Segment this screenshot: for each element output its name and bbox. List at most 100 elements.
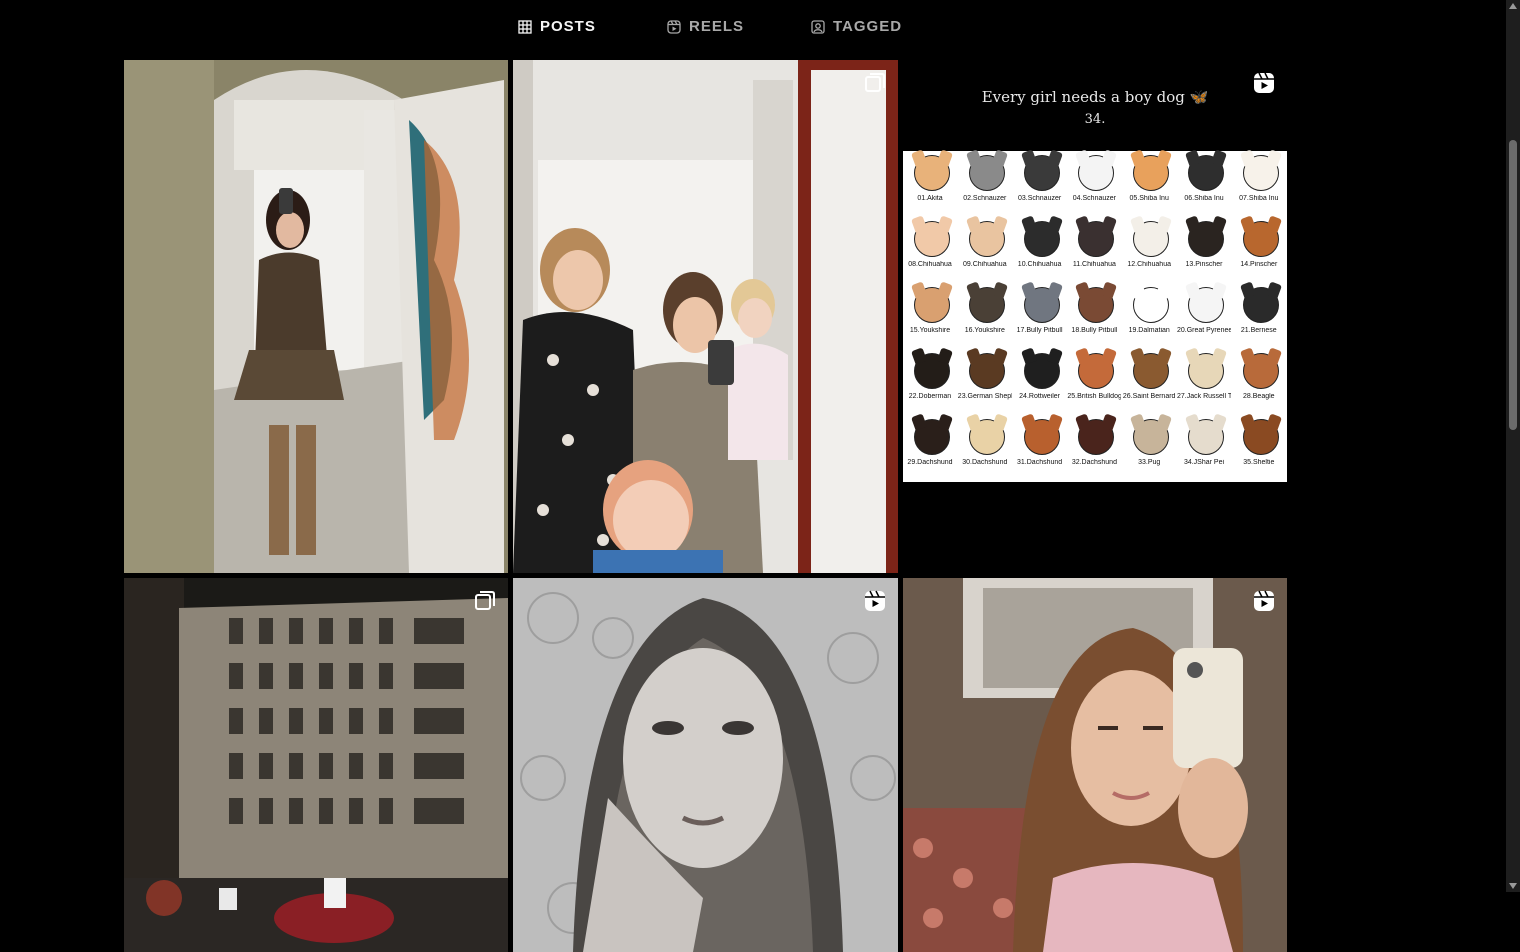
scrollbar[interactable]: [1506, 0, 1520, 892]
dog-breed-label: 09.Chihuahua: [963, 261, 1007, 268]
dog-face-icon: [914, 419, 950, 455]
dog-face-icon: [1242, 419, 1279, 455]
dog-breed-label: 10.Chihuahua: [1017, 261, 1062, 268]
dog-face-icon: [968, 353, 1005, 389]
dog-face-icon: [1078, 419, 1115, 455]
dog-breed-cell: 06.Shiba Inu: [1177, 151, 1231, 217]
dog-face-icon: [1133, 419, 1170, 455]
dog-breed-cell: 11.Chihuahua: [1067, 217, 1121, 283]
dog-face-icon: [1188, 419, 1224, 455]
post-tile[interactable]: [124, 578, 508, 952]
dog-breed-cell: 08.Chihuahua: [903, 217, 957, 283]
dog-breed-label: 07.Shiba Inu: [1239, 195, 1279, 202]
dog-breed-label: 20.Great Pyrenees: [1177, 327, 1231, 334]
dog-breed-cell: 13.Pinscher: [1177, 217, 1231, 283]
dog-breed-cell: 29.Dachshund: [903, 415, 957, 481]
dog-face-icon: [1188, 221, 1224, 257]
profile-tabs: POSTS REELS TAGGED: [124, 0, 1287, 56]
dog-breed-label: 16.Youkshire: [964, 327, 1005, 334]
scroll-down-arrow-icon[interactable]: [1509, 883, 1517, 889]
dog-face-icon: [968, 155, 1005, 191]
post-tile[interactable]: [124, 60, 508, 573]
dog-breed-cell: 15.Youkshire: [903, 283, 957, 349]
dog-face-icon: [914, 221, 950, 257]
carousel-icon: [475, 591, 495, 610]
scrollbar-thumb[interactable]: [1509, 140, 1517, 430]
dog-face-icon: [1078, 155, 1115, 191]
post-image: [903, 578, 1287, 952]
tab-posts[interactable]: POSTS: [518, 18, 596, 35]
dog-breed-cell: 35.Sheltie: [1232, 415, 1286, 481]
tab-reels[interactable]: REELS: [667, 18, 744, 35]
post-caption-line: 34.: [1084, 112, 1106, 127]
tagged-icon: [811, 19, 825, 34]
dog-breed-cell: 02.Schnauzer: [958, 151, 1012, 217]
dog-face-icon: [1078, 353, 1115, 389]
tab-tagged[interactable]: TAGGED: [811, 18, 902, 35]
dog-breed-label: 03.Schnauzer: [1017, 195, 1062, 202]
dog-face-icon: [1078, 287, 1115, 323]
dog-breed-cell: 30.Dachshund: [958, 415, 1012, 481]
dog-face-icon: [1242, 287, 1279, 323]
dog-face-icon: [968, 221, 1005, 257]
dog-breed-label: 21.Bernese: [1240, 327, 1277, 334]
dog-face-icon: [1242, 155, 1279, 191]
dog-breed-label: 23.German Shepherd: [957, 393, 1012, 400]
dog-breed-cell: 27.Jack Russell Terrier: [1177, 349, 1231, 415]
dog-face-icon: [1078, 221, 1115, 257]
reels-icon: [667, 19, 681, 34]
dog-breed-label: 11.Chihuahua: [1072, 261, 1116, 268]
post-image: [513, 60, 898, 573]
post-tile[interactable]: [903, 578, 1287, 952]
dog-breed-label: 25.British Bulldog: [1067, 393, 1122, 400]
dog-breed-cell: 03.Schnauzer: [1013, 151, 1067, 217]
grid-icon: [518, 19, 532, 34]
dog-breed-label: 19.Dalmatian: [1128, 327, 1170, 334]
post-tile[interactable]: [513, 578, 898, 952]
dog-breed-cell: 04.Schnauzer: [1067, 151, 1121, 217]
dog-breed-label: 14.Pinscher: [1240, 261, 1278, 268]
dog-breed-label: 01.Akita: [917, 195, 943, 202]
dog-breed-label: 33.Pug: [1138, 459, 1161, 466]
dog-breed-cell: 18.Bully Pitbull: [1067, 283, 1121, 349]
dog-breed-label: 28.Beagle: [1243, 393, 1275, 400]
dog-breed-label: 26.Saint Bernard: [1122, 393, 1176, 400]
dog-breed-label: 05.Shiba Inu: [1129, 195, 1169, 202]
carousel-icon: [865, 73, 885, 92]
reel-icon: [1254, 590, 1274, 611]
dog-breed-chart: 01.Akita 02.Schnauzer 03.Schnauzer 04.Schna…: [903, 151, 1287, 482]
dog-breed-label: 17.Bully Pitbull: [1016, 327, 1063, 334]
dog-face-icon: [914, 287, 950, 323]
dog-breed-cell: 25.British Bulldog: [1067, 349, 1121, 415]
post-image: [513, 578, 898, 952]
dog-breed-cell: 33.Pug: [1122, 415, 1176, 481]
dog-face-icon: [1242, 221, 1279, 257]
dog-face-icon: [1133, 221, 1170, 257]
dog-breed-cell: 31.Dachshund: [1013, 415, 1067, 481]
dog-breed-cell: 12.Chihuahua: [1122, 217, 1176, 283]
dog-breed-label: 32.Dachshund: [1071, 459, 1117, 466]
post-tile[interactable]: [513, 60, 898, 573]
dog-breed-cell: 09.Chihuahua: [958, 217, 1012, 283]
tab-label: REELS: [689, 18, 745, 35]
dog-face-icon: [914, 353, 950, 389]
dog-breed-cell: 17.Bully Pitbull: [1013, 283, 1067, 349]
dog-breed-label: 34.JShar Pei: [1183, 459, 1225, 466]
dog-face-icon: [1023, 353, 1060, 389]
scroll-up-arrow-icon[interactable]: [1509, 3, 1517, 9]
dog-breed-cell: 21.Bernese: [1232, 283, 1286, 349]
dog-breed-label: 06.Shiba Inu: [1184, 195, 1224, 202]
dog-breed-label: 24.Rottweiler: [1019, 393, 1061, 400]
dog-breed-cell: 20.Great Pyrenees: [1177, 283, 1231, 349]
dog-breed-cell: 23.German Shepherd: [958, 349, 1012, 415]
dog-breed-cell: 14.Pinscher: [1232, 217, 1286, 283]
dog-breed-label: 04.Schnauzer: [1072, 195, 1116, 202]
dog-breed-cell: 05.Shiba Inu: [1122, 151, 1176, 217]
dog-breed-cell: 22.Doberman: [903, 349, 957, 415]
post-caption-line: Every girl needs a boy dog 🦋: [981, 88, 1209, 106]
reel-icon: [1254, 72, 1274, 93]
dog-breed-cell: 19.Dalmatian: [1122, 283, 1176, 349]
post-tile[interactable]: Every girl needs a boy dog 🦋 34. 01.Akit…: [903, 60, 1287, 573]
post-image: [124, 60, 508, 573]
dog-breed-label: 35.Sheltie: [1243, 459, 1275, 466]
